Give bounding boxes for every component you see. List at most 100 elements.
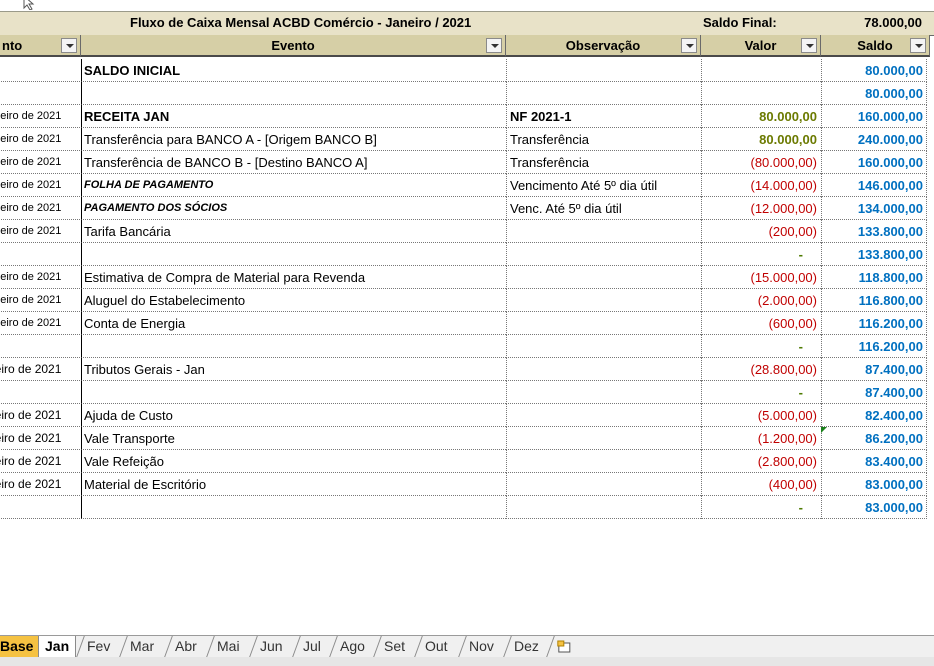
date-cell[interactable]: neiro de 2021 xyxy=(0,427,80,450)
saldo-cell[interactable]: 118.800,00 xyxy=(821,266,927,289)
obs-cell[interactable] xyxy=(506,289,701,312)
evento-cell[interactable] xyxy=(81,335,506,358)
valor-cell[interactable]: (5.000,00) xyxy=(701,404,821,427)
valor-cell[interactable]: (200,00) xyxy=(701,220,821,243)
evento-cell[interactable]: Transferência de BANCO B - [Destino BANC… xyxy=(81,151,506,174)
evento-cell[interactable]: RECEITA JAN xyxy=(81,105,506,128)
date-cell[interactable]: aneiro de 2021 xyxy=(0,289,80,312)
date-cell[interactable]: aneiro de 2021 xyxy=(0,105,80,128)
evento-cell[interactable]: Material de Escritório xyxy=(81,473,506,496)
saldo-cell[interactable]: 87.400,00 xyxy=(821,381,927,404)
insert-sheet-tab[interactable] xyxy=(546,636,589,657)
date-cell[interactable]: aneiro de 2021 xyxy=(0,174,80,197)
obs-cell[interactable] xyxy=(506,381,701,404)
evento-cell[interactable]: Aluguel do Estabelecimento xyxy=(81,289,506,312)
evento-cell[interactable]: Tarifa Bancária xyxy=(81,220,506,243)
sheet-tab-out[interactable]: Out xyxy=(414,636,458,657)
valor-cell[interactable]: (80.000,00) xyxy=(701,151,821,174)
obs-cell[interactable] xyxy=(506,220,701,243)
evento-cell[interactable]: PAGAMENTO DOS SÓCIOS xyxy=(81,197,506,220)
evento-cell[interactable]: FOLHA DE PAGAMENTO xyxy=(81,174,506,197)
filter-dropdown-saldo-icon[interactable] xyxy=(910,38,926,53)
date-cell[interactable] xyxy=(0,243,80,266)
evento-cell[interactable]: Tributos Gerais - Jan xyxy=(81,358,506,381)
obs-cell[interactable]: Vencimento Até 5º dia útil xyxy=(506,174,701,197)
date-cell[interactable]: aneiro de 2021 xyxy=(0,220,80,243)
obs-cell[interactable] xyxy=(506,427,701,450)
saldo-cell[interactable]: 116.200,00 xyxy=(821,312,927,335)
saldo-cell[interactable]: 116.200,00 xyxy=(821,335,927,358)
filter-dropdown-valor-icon[interactable] xyxy=(801,38,817,53)
sheet-tab-set[interactable]: Set xyxy=(373,636,415,657)
valor-cell[interactable]: (2.800,00) xyxy=(701,450,821,473)
valor-cell[interactable]: (28.800,00) xyxy=(701,358,821,381)
saldo-cell[interactable]: 146.000,00 xyxy=(821,174,927,197)
sheet-tab-ago[interactable]: Ago xyxy=(329,636,375,657)
sheet-tab-jul[interactable]: Jul xyxy=(292,636,331,657)
filter-dropdown-obs-icon[interactable] xyxy=(681,38,697,53)
obs-cell[interactable] xyxy=(506,358,701,381)
obs-cell[interactable] xyxy=(506,335,701,358)
evento-cell[interactable] xyxy=(81,243,506,266)
filter-dropdown-date-icon[interactable] xyxy=(61,38,77,53)
evento-cell[interactable] xyxy=(81,381,506,404)
sheet-tab-jan[interactable]: Jan xyxy=(38,636,77,659)
saldo-cell[interactable]: 82.400,00 xyxy=(821,404,927,427)
saldo-cell[interactable]: 83.400,00 xyxy=(821,450,927,473)
saldo-cell[interactable]: 80.000,00 xyxy=(821,82,927,105)
sheet-tab-abr[interactable]: Abr xyxy=(164,636,207,657)
evento-cell[interactable]: Vale Transporte xyxy=(81,427,506,450)
valor-cell[interactable]: (600,00) xyxy=(701,312,821,335)
saldo-cell[interactable]: 83.000,00 xyxy=(821,473,927,496)
obs-cell[interactable]: Transferência xyxy=(506,128,701,151)
date-cell[interactable]: neiro de 2021 xyxy=(0,404,80,427)
date-cell[interactable]: neiro de 2021 xyxy=(0,358,80,381)
sheet-tab-nov[interactable]: Nov xyxy=(458,636,504,657)
saldo-cell[interactable]: 133.800,00 xyxy=(821,243,927,266)
evento-cell[interactable]: Vale Refeição xyxy=(81,450,506,473)
valor-cell[interactable]: (1.200,00) xyxy=(701,427,821,450)
valor-cell[interactable] xyxy=(701,59,821,82)
evento-cell[interactable]: Ajuda de Custo xyxy=(81,404,506,427)
date-cell[interactable]: aneiro de 2021 xyxy=(0,266,80,289)
saldo-cell[interactable]: 83.000,00 xyxy=(821,496,927,519)
valor-cell[interactable]: - xyxy=(701,381,821,404)
date-cell[interactable]: aneiro de 2021 xyxy=(0,197,80,220)
obs-cell[interactable] xyxy=(506,243,701,266)
date-cell[interactable]: neiro de 2021 xyxy=(0,450,80,473)
date-cell[interactable] xyxy=(0,335,80,358)
valor-cell[interactable]: (14.000,00) xyxy=(701,174,821,197)
date-cell[interactable] xyxy=(0,82,80,105)
evento-cell[interactable]: SALDO INICIAL xyxy=(81,59,506,82)
obs-cell[interactable]: Transferência xyxy=(506,151,701,174)
valor-cell[interactable]: (15.000,00) xyxy=(701,266,821,289)
sheet-tab-jun[interactable]: Jun xyxy=(249,636,293,657)
saldo-cell[interactable]: 160.000,00 xyxy=(821,151,927,174)
valor-cell[interactable]: 80.000,00 xyxy=(701,128,821,151)
saldo-cell[interactable]: 80.000,00 xyxy=(821,59,927,82)
obs-cell[interactable] xyxy=(506,450,701,473)
valor-cell[interactable]: (2.000,00) xyxy=(701,289,821,312)
evento-cell[interactable] xyxy=(81,82,506,105)
sheet-tab-fev[interactable]: Fev xyxy=(76,636,121,657)
valor-cell[interactable]: 80.000,00 xyxy=(701,105,821,128)
valor-cell[interactable]: (400,00) xyxy=(701,473,821,496)
obs-cell[interactable] xyxy=(506,404,701,427)
filter-dropdown-evento-icon[interactable] xyxy=(486,38,502,53)
obs-cell[interactable] xyxy=(506,59,701,82)
saldo-cell[interactable]: 133.800,00 xyxy=(821,220,927,243)
saldo-cell[interactable]: 86.200,00 xyxy=(821,427,927,450)
evento-cell[interactable] xyxy=(81,496,506,519)
obs-cell[interactable]: NF 2021-1 xyxy=(506,105,701,128)
obs-cell[interactable] xyxy=(506,312,701,335)
saldo-cell[interactable]: 87.400,00 xyxy=(821,358,927,381)
obs-cell[interactable]: Venc. Até 5º dia útil xyxy=(506,197,701,220)
valor-cell[interactable]: - xyxy=(701,335,821,358)
obs-cell[interactable] xyxy=(506,266,701,289)
obs-cell[interactable] xyxy=(506,496,701,519)
date-cell[interactable]: aneiro de 2021 xyxy=(0,312,80,335)
date-cell[interactable] xyxy=(0,59,80,82)
evento-cell[interactable]: Estimativa de Compra de Material para Re… xyxy=(81,266,506,289)
sheet-tab-mar[interactable]: Mar xyxy=(119,636,164,657)
evento-cell[interactable]: Conta de Energia xyxy=(81,312,506,335)
